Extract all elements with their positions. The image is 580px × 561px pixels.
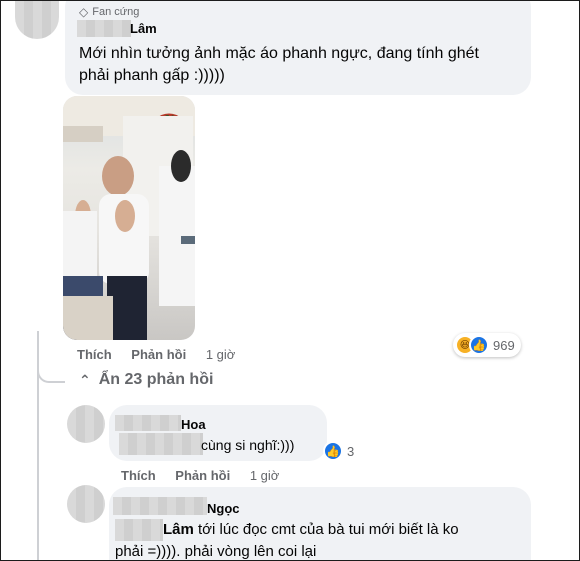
- comment-actions: Thích Phản hồi 1 giờ: [77, 347, 235, 362]
- comment-photo[interactable]: [63, 96, 195, 340]
- reply2-mention-blur: [115, 519, 163, 541]
- thread-branch: [37, 359, 65, 383]
- comment-text-line-2: phải phanh gấp :))))): [79, 67, 225, 84]
- reply-link[interactable]: Phản hồi: [131, 347, 186, 362]
- reply-author-blur: [115, 415, 181, 431]
- like-icon: 👍: [323, 441, 343, 461]
- avatar[interactable]: [15, 1, 59, 39]
- comment-text-line-1: Mới nhìn tưởng ảnh mặc áo phanh ngực, đa…: [79, 45, 479, 62]
- hide-replies-toggle[interactable]: ⌃ Ẩn 23 phản hồi: [79, 371, 213, 389]
- timestamp[interactable]: 1 giờ: [206, 347, 236, 362]
- reply2-author-blur: [113, 497, 207, 515]
- mention-link[interactable]: Lâm: [163, 521, 194, 538]
- reply2-text-line-2: phải =)))). phải vòng lên coi lại: [115, 543, 317, 560]
- reply-mention-blur: [119, 433, 203, 455]
- reply-reply-link[interactable]: Phản hồi: [175, 468, 230, 483]
- reply-like-link[interactable]: Thích: [121, 468, 156, 483]
- fan-badge: ◇ Fan cứng: [79, 5, 140, 19]
- reply2-text-line-1: Lâm tới lúc đọc cmt của bà tui mới biết …: [163, 521, 459, 538]
- author-name-blur: [77, 20, 131, 37]
- comment-section: ◇ Fan cứng Lâm Mới nhìn tưởng ảnh mặc áo…: [0, 0, 580, 561]
- chevron-up-icon: ⌃: [79, 371, 91, 388]
- reply2-author-name[interactable]: Ngọc: [207, 501, 240, 516]
- reply-timestamp[interactable]: 1 giờ: [250, 468, 280, 483]
- reply-avatar[interactable]: [67, 405, 105, 443]
- author-name[interactable]: Lâm: [130, 21, 157, 36]
- reply2-avatar[interactable]: [67, 485, 105, 523]
- reply-reaction-count: 3: [347, 443, 355, 459]
- reply-reaction-summary[interactable]: 👍 3: [321, 439, 360, 463]
- reply-text: cùng si nghĩ:))): [201, 437, 295, 453]
- reply-actions: Thích Phản hồi 1 giờ: [121, 468, 279, 483]
- like-icon: 👍: [469, 335, 489, 355]
- like-link[interactable]: Thích: [77, 347, 112, 362]
- photo-illustration: [63, 96, 195, 340]
- reply-author-name[interactable]: Hoa: [181, 417, 206, 432]
- diamond-icon: ◇: [79, 5, 89, 19]
- reaction-summary[interactable]: 😆 👍 969: [453, 333, 521, 357]
- reaction-count: 969: [493, 337, 515, 353]
